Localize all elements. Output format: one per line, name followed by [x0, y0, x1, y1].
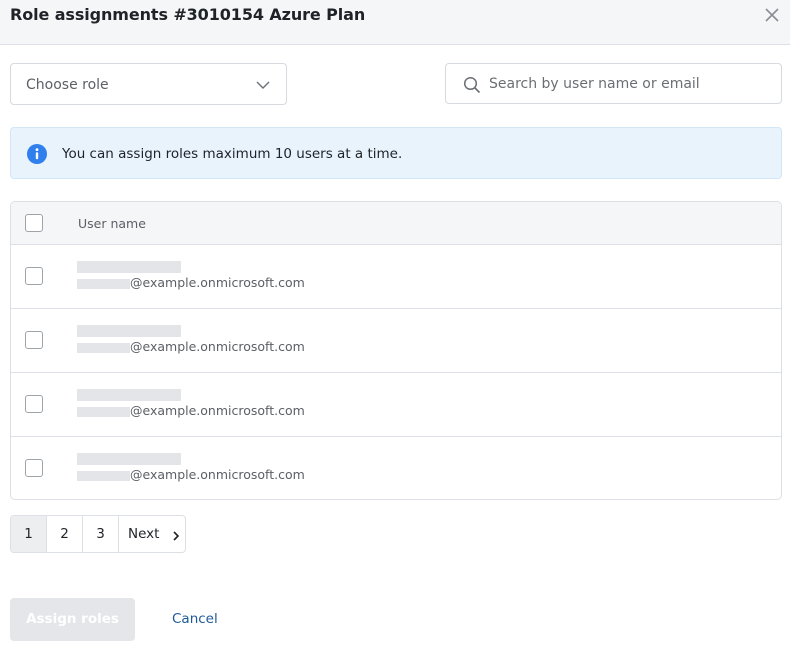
next-page-label: Next — [128, 526, 160, 542]
user-name-redacted — [77, 453, 181, 465]
table-row: @example.onmicrosoft.com — [11, 373, 781, 437]
table-header: User name — [11, 202, 781, 245]
row-checkbox[interactable] — [25, 331, 43, 349]
page-1-button[interactable]: 1 — [11, 516, 47, 552]
user-name-redacted — [77, 325, 181, 337]
search-input[interactable] — [489, 73, 769, 95]
column-header-user-name: User name — [78, 216, 146, 231]
role-select[interactable]: Choose role — [10, 63, 287, 105]
row-checkbox[interactable] — [25, 459, 43, 477]
table-row: @example.onmicrosoft.com — [11, 309, 781, 373]
user-name-redacted — [77, 389, 181, 401]
close-icon[interactable] — [762, 5, 782, 25]
user-email-redacted — [77, 407, 130, 417]
user-email-domain: @example.onmicrosoft.com — [130, 339, 305, 354]
user-email-domain: @example.onmicrosoft.com — [130, 403, 305, 418]
cancel-button[interactable]: Cancel — [172, 611, 218, 627]
dialog-title: Role assignments #3010154 Azure Plan — [10, 5, 366, 24]
table-row: @example.onmicrosoft.com — [11, 437, 781, 499]
user-email-redacted — [77, 279, 130, 289]
role-select-value: Choose role — [26, 77, 109, 93]
table-row: @example.onmicrosoft.com — [11, 245, 781, 309]
users-table: User name @example.onmicrosoft.com @exam… — [10, 201, 782, 500]
user-email-domain: @example.onmicrosoft.com — [130, 467, 305, 482]
pagination: 1 2 3 Next — [10, 515, 186, 553]
user-email-redacted — [77, 471, 130, 481]
page-2-button[interactable]: 2 — [47, 516, 83, 552]
info-icon — [27, 144, 47, 164]
chevron-right-icon — [171, 529, 181, 541]
dialog-header: Role assignments #3010154 Azure Plan — [0, 0, 790, 45]
user-name-redacted — [77, 261, 181, 273]
row-checkbox[interactable] — [25, 395, 43, 413]
info-text: You can assign roles maximum 10 users at… — [62, 146, 403, 162]
assign-roles-button[interactable]: Assign roles — [10, 598, 135, 641]
next-page-button[interactable]: Next — [119, 516, 185, 552]
page-3-button[interactable]: 3 — [83, 516, 119, 552]
info-banner: You can assign roles maximum 10 users at… — [10, 127, 782, 179]
row-checkbox[interactable] — [25, 267, 43, 285]
search-icon — [463, 76, 481, 94]
select-all-checkbox[interactable] — [25, 214, 43, 232]
chevron-down-icon — [255, 77, 271, 93]
user-email-domain: @example.onmicrosoft.com — [130, 275, 305, 290]
user-email-redacted — [77, 343, 130, 353]
search-box — [445, 63, 782, 104]
